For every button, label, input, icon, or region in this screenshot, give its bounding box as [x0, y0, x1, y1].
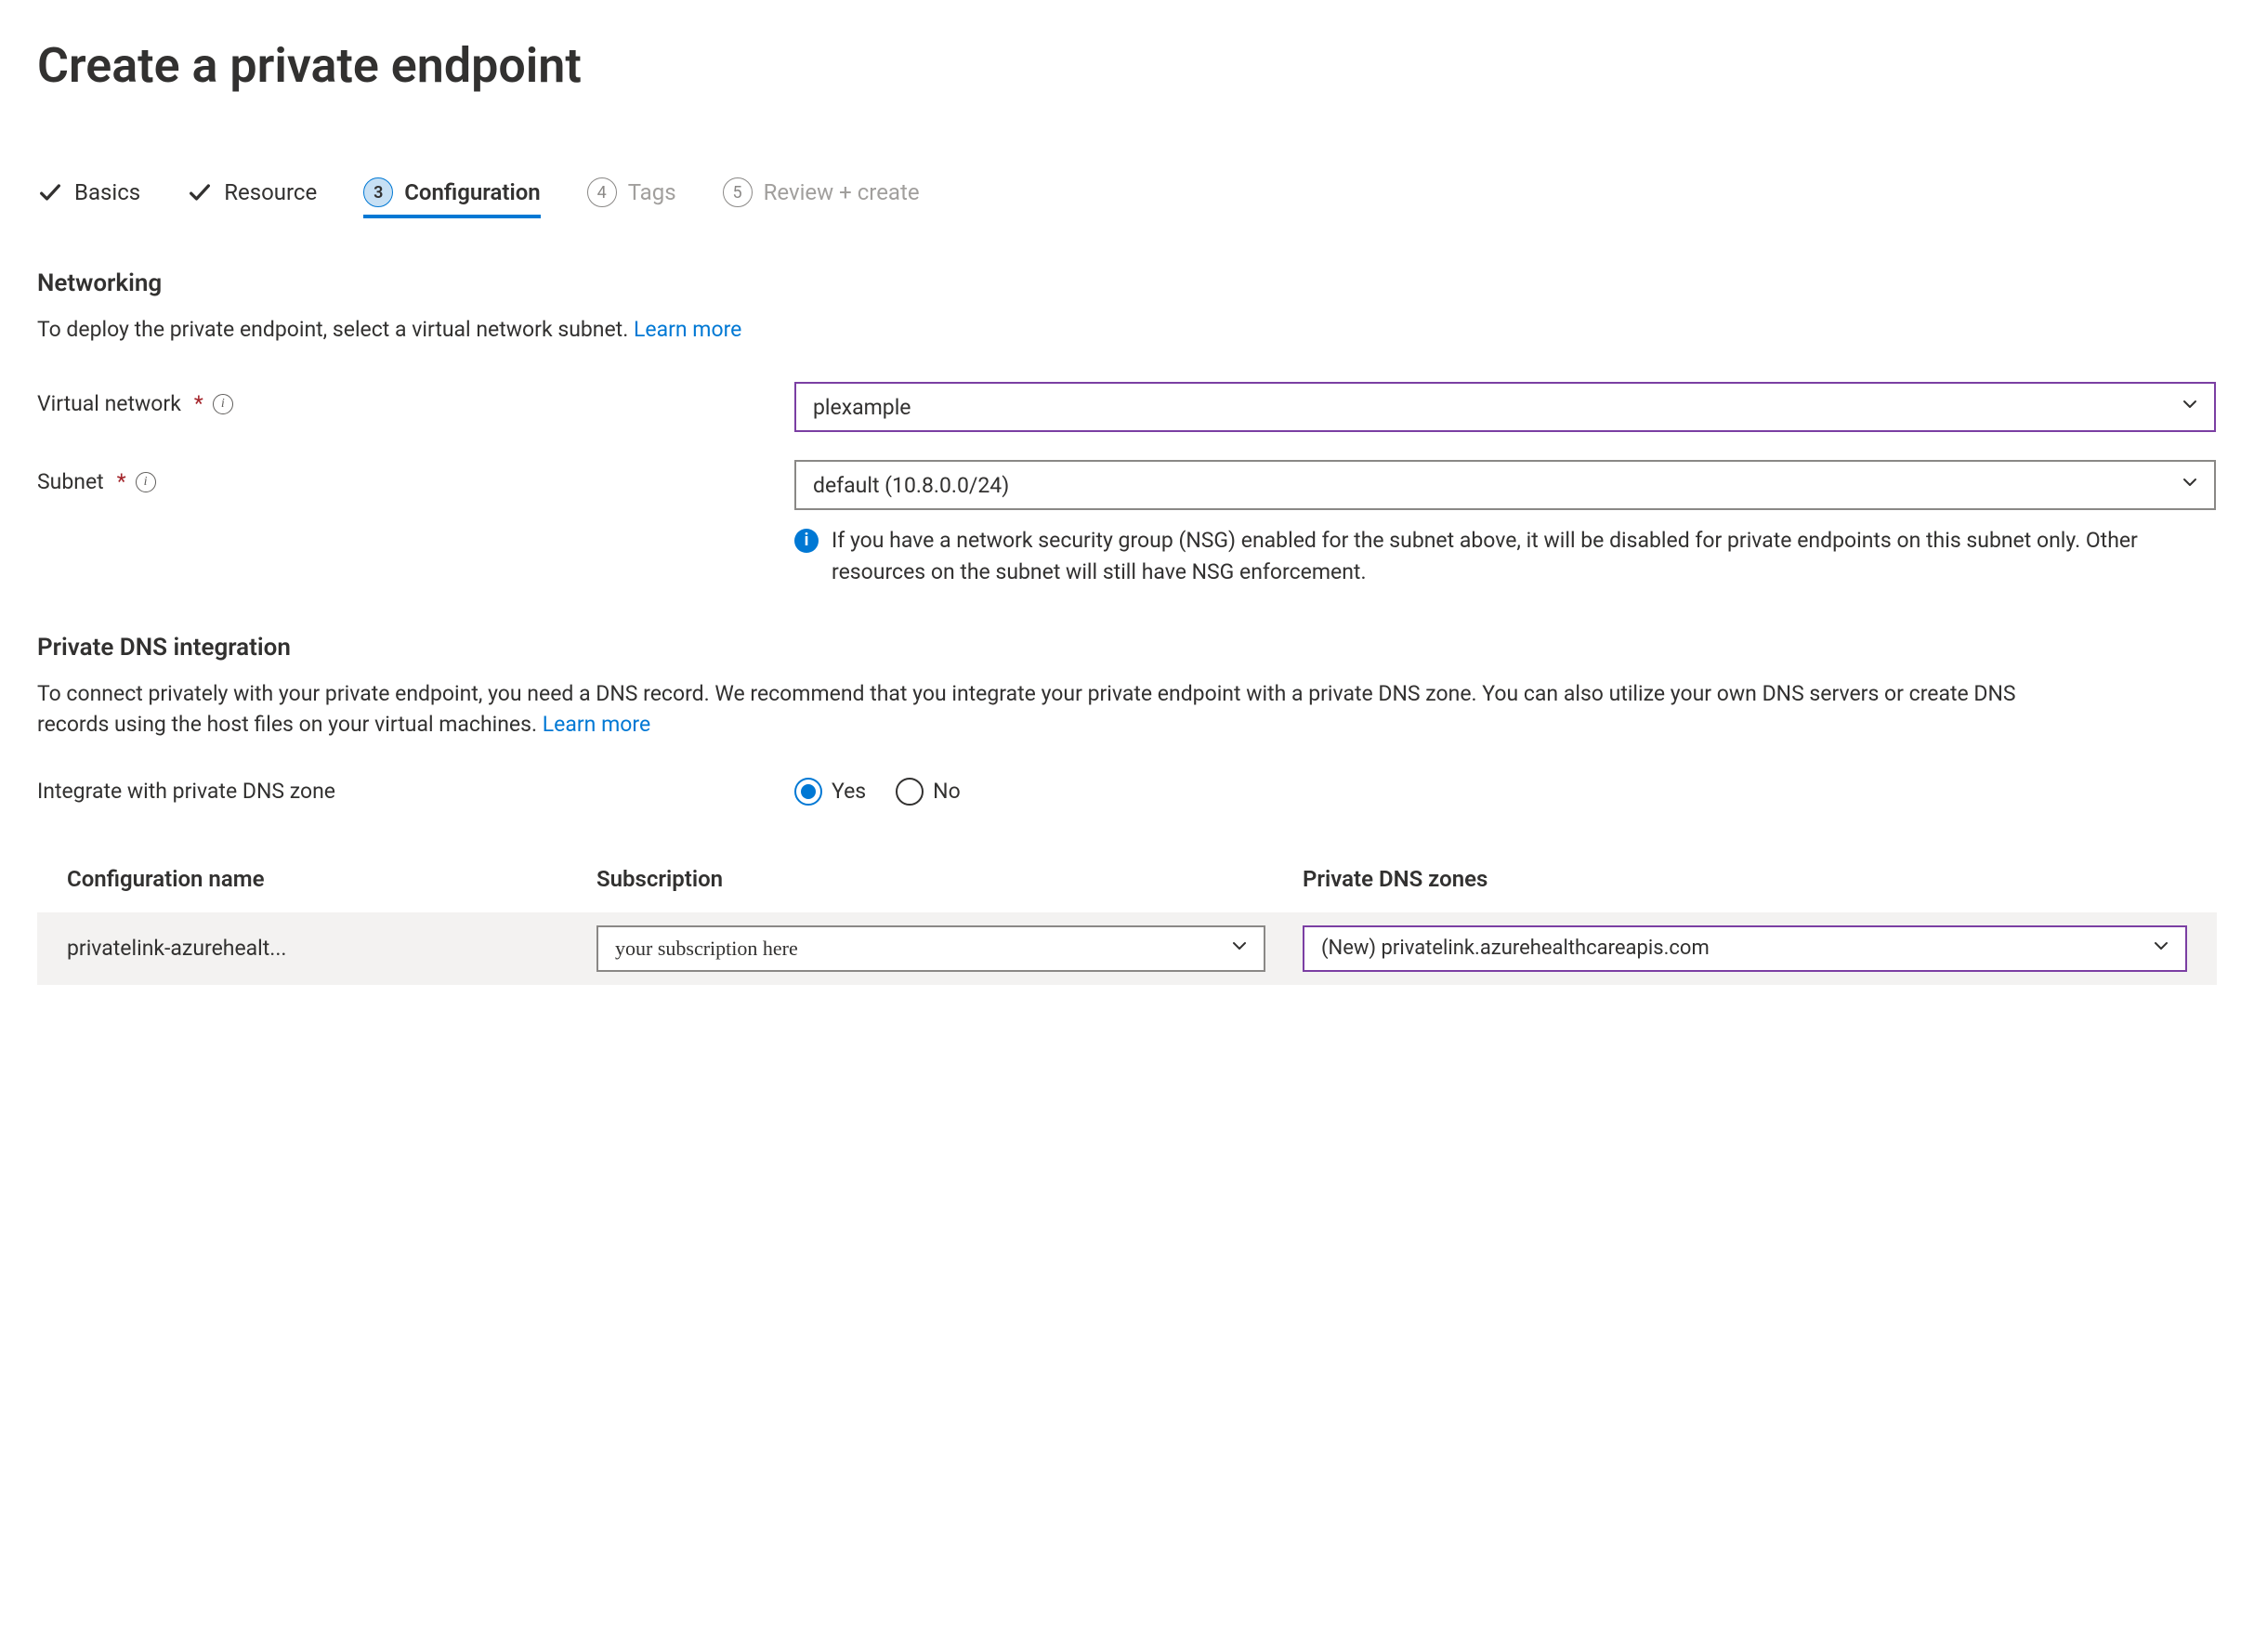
integrate-dns-label-text: Integrate with private DNS zone	[37, 779, 335, 804]
step-label: Tags	[628, 179, 676, 205]
step-number-badge: 3	[363, 177, 393, 207]
info-icon[interactable]: i	[136, 472, 156, 492]
learn-more-networking-link[interactable]: Learn more	[634, 317, 741, 342]
step-label: Resource	[224, 179, 317, 205]
col-subscription: Subscription	[596, 866, 1265, 892]
networking-description-text: To deploy the private endpoint, select a…	[37, 317, 634, 342]
integrate-dns-no-radio[interactable]: No	[896, 778, 961, 806]
integrate-dns-label: Integrate with private DNS zone	[37, 779, 794, 804]
wizard-stepper: Basics Resource 3 Configuration 4 Tags 5…	[37, 177, 2217, 218]
dns-zones-table: Configuration name Subscription Private …	[37, 857, 2217, 985]
table-row: privatelink-azurehealt... your subscript…	[37, 912, 2217, 985]
info-filled-icon: i	[794, 529, 819, 553]
step-number-badge: 4	[587, 177, 617, 207]
info-icon[interactable]: i	[213, 394, 233, 414]
subnet-label: Subnet * i	[37, 460, 794, 494]
checkmark-icon	[187, 179, 213, 205]
networking-heading: Networking	[37, 269, 2217, 297]
chevron-down-icon	[2179, 471, 2201, 499]
step-review-create[interactable]: 5 Review + create	[723, 177, 920, 218]
col-private-dns-zones: Private DNS zones	[1303, 866, 2187, 892]
col-configuration-name: Configuration name	[67, 866, 559, 892]
step-label: Configuration	[404, 179, 540, 205]
table-header-row: Configuration name Subscription Private …	[37, 857, 2217, 912]
private-dns-description-text: To connect privately with your private e…	[37, 681, 2016, 737]
virtual-network-label-text: Virtual network	[37, 391, 181, 416]
virtual-network-label: Virtual network * i	[37, 382, 794, 416]
learn-more-dns-link[interactable]: Learn more	[543, 712, 650, 737]
subscription-dropdown[interactable]: your subscription here	[596, 925, 1265, 972]
subnet-nsg-note-text: If you have a network security group (NS…	[832, 525, 2188, 587]
step-label: Review + create	[764, 179, 920, 205]
networking-description: To deploy the private endpoint, select a…	[37, 314, 2081, 345]
chevron-down-icon	[2150, 935, 2172, 963]
private-dns-zone-value: (New) privatelink.azurehealthcareapis.co…	[1321, 937, 1710, 960]
step-number-badge: 5	[723, 177, 753, 207]
radio-yes-label: Yes	[832, 779, 866, 804]
cell-configuration-name: privatelink-azurehealt...	[67, 936, 559, 961]
step-configuration[interactable]: 3 Configuration	[363, 177, 540, 218]
required-star-icon: *	[117, 469, 126, 494]
subnet-nsg-note: i If you have a network security group (…	[794, 525, 2188, 587]
chevron-down-icon	[1228, 935, 1251, 963]
required-star-icon: *	[194, 391, 203, 416]
private-dns-description: To connect privately with your private e…	[37, 678, 2081, 741]
private-dns-heading: Private DNS integration	[37, 634, 2217, 662]
subnet-dropdown[interactable]: default (10.8.0.0/24)	[794, 460, 2216, 510]
step-resource[interactable]: Resource	[187, 179, 317, 216]
integrate-dns-radio-group: Yes No	[794, 778, 2216, 806]
step-label: Basics	[74, 179, 140, 205]
page-title: Create a private endpoint	[37, 37, 2217, 94]
private-dns-zone-dropdown[interactable]: (New) privatelink.azurehealthcareapis.co…	[1303, 925, 2187, 972]
virtual-network-value: plexample	[813, 395, 911, 420]
step-basics[interactable]: Basics	[37, 179, 140, 216]
subscription-value: your subscription here	[615, 937, 798, 961]
step-tags[interactable]: 4 Tags	[587, 177, 676, 218]
integrate-dns-yes-radio[interactable]: Yes	[794, 778, 866, 806]
radio-no-label: No	[933, 779, 961, 804]
subnet-value: default (10.8.0.0/24)	[813, 473, 1009, 498]
subnet-label-text: Subnet	[37, 469, 104, 494]
chevron-down-icon	[2179, 393, 2201, 421]
virtual-network-dropdown[interactable]: plexample	[794, 382, 2216, 432]
checkmark-icon	[37, 179, 63, 205]
